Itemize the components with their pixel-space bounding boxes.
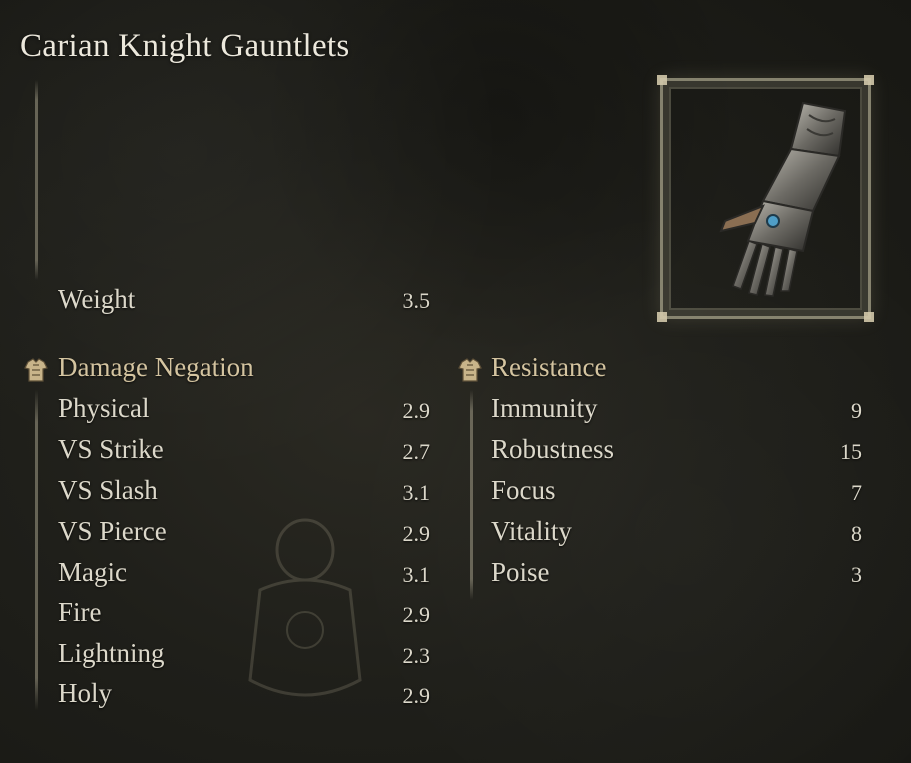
resistance-row-label: Focus <box>491 475 556 505</box>
damage-row-value: 2.9 <box>402 398 431 423</box>
weight-label: Weight <box>58 284 136 314</box>
damage-row-value: 2.9 <box>402 683 431 708</box>
divider-top <box>35 80 38 280</box>
resistance-row-value: 3 <box>851 562 862 587</box>
damage-row-value: 2.9 <box>402 521 431 546</box>
damage-row-value: 3.1 <box>402 480 431 505</box>
weight-value: 3.5 <box>402 288 431 313</box>
chest-armor-icon <box>458 358 482 382</box>
damage-row-label: VS Strike <box>58 434 164 464</box>
resistance-header: Resistance <box>491 352 607 382</box>
damage-row-value: 2.7 <box>402 439 431 464</box>
background-armor-silhouette <box>248 518 362 697</box>
damage-negation-header: Damage Negation <box>58 352 254 382</box>
damage-row-value: 2.9 <box>402 602 431 627</box>
damage-row-label: VS Slash <box>58 475 158 505</box>
resistance-row-value: 8 <box>851 521 862 546</box>
resistance-row-label: Vitality <box>491 516 572 546</box>
resistance-row-value: 9 <box>851 398 862 423</box>
item-image-frame <box>657 75 874 322</box>
damage-row-label: Magic <box>58 557 127 587</box>
damage-row-label: Lightning <box>58 638 165 668</box>
item-title: Carian Knight Gauntlets <box>20 28 350 64</box>
resistance-row-label: Poise <box>491 557 550 587</box>
divider-damage-negation <box>35 390 38 710</box>
damage-row-label: Fire <box>58 597 102 627</box>
resistance-row-label: Robustness <box>491 434 615 464</box>
damage-row-label: Holy <box>58 678 112 708</box>
chest-armor-icon <box>24 358 48 382</box>
resistance-row-label: Immunity <box>491 393 598 423</box>
damage-row-label: VS Pierce <box>58 516 167 546</box>
damage-row-label: Physical <box>58 393 150 423</box>
divider-resistance <box>470 390 473 600</box>
gauntlet-icon <box>719 101 847 297</box>
damage-row-value: 2.3 <box>402 643 431 668</box>
resistance-row-value: 15 <box>840 439 862 464</box>
resistance-row-value: 7 <box>851 480 862 505</box>
damage-row-value: 3.1 <box>402 562 431 587</box>
